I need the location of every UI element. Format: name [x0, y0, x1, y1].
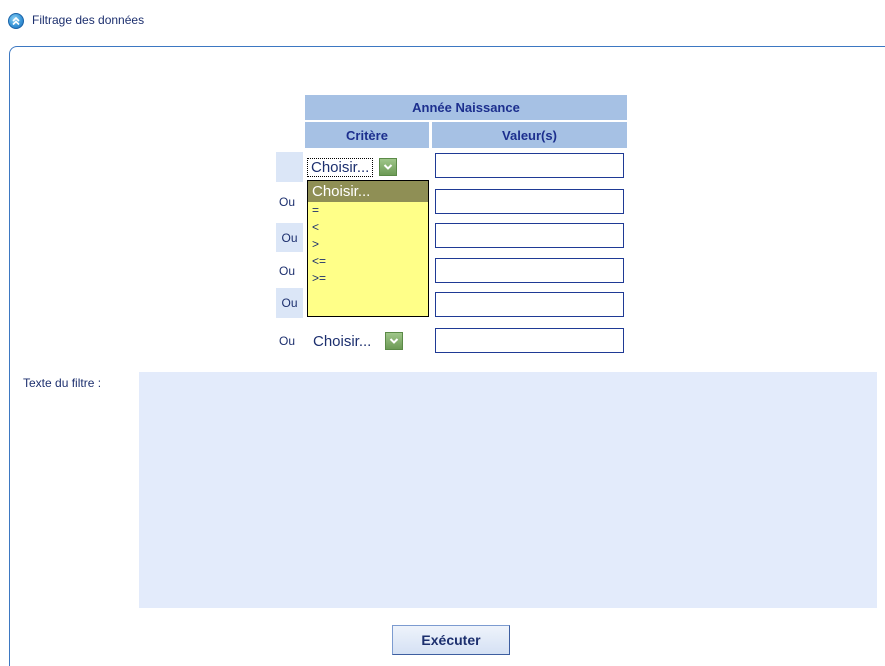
value-input[interactable] [435, 292, 624, 317]
row-connector: Ou [276, 223, 303, 252]
section-title[interactable]: Filtrage des données [32, 13, 144, 27]
value-input[interactable] [435, 223, 624, 248]
dropdown-option[interactable]: <= [308, 253, 428, 270]
values-header: Valeur(s) [432, 122, 627, 148]
criteria-dropdown-list[interactable]: Choisir... = < > <= >= [307, 180, 429, 317]
chevron-double-up-icon[interactable] [8, 13, 24, 29]
filter-text-area[interactable] [139, 372, 877, 608]
criteria-select[interactable]: Choisir... [313, 330, 404, 352]
group-header: Année Naissance [305, 95, 627, 120]
criteria-select-value: Choisir... [307, 157, 374, 177]
dropdown-option[interactable]: < [308, 219, 428, 236]
dropdown-option[interactable]: = [308, 202, 428, 219]
criteria-select-value: Choisir... [313, 332, 372, 350]
value-input[interactable] [435, 328, 624, 353]
dropdown-option[interactable]: > [308, 236, 428, 253]
dropdown-option[interactable]: Choisir... [308, 181, 428, 202]
chevron-down-icon[interactable] [385, 332, 404, 350]
value-input[interactable] [435, 258, 624, 283]
row-connector: Ou [279, 264, 296, 278]
criteria-header: Critère [305, 122, 429, 148]
row-connector: Ou [279, 334, 296, 348]
dropdown-option[interactable]: >= [308, 270, 428, 287]
row-connector: Ou [276, 288, 303, 318]
value-input[interactable] [435, 153, 624, 178]
chevron-down-icon[interactable] [379, 158, 398, 176]
execute-button[interactable]: Exécuter [392, 625, 510, 655]
row-connector: Ou [279, 195, 296, 209]
row-connector [276, 152, 303, 182]
criteria-select[interactable]: Choisir... [307, 156, 398, 178]
filter-text-label: Texte du filtre : [23, 376, 102, 390]
value-input[interactable] [435, 189, 624, 214]
